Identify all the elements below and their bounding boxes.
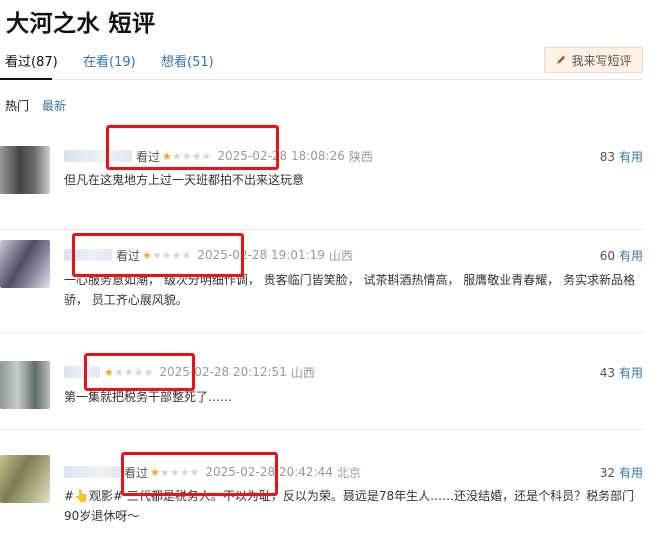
username[interactable] [64,366,100,378]
rating-stars: ★ ★ ★ ★ ★ [142,250,191,261]
tab-watching[interactable]: 在看(19) [83,51,136,70]
active-tab-underline [0,78,52,80]
star-empty-icon: ★ [143,365,154,379]
star-empty-icon: ★ [169,465,180,479]
comment-location: 陕西 [348,149,373,164]
vote-count: 43 [599,366,615,380]
star-filled-icon: ★ [104,365,114,379]
star-empty-icon: ★ [151,248,162,262]
sort-new[interactable]: 最新 [42,97,66,114]
comment-location: 北京 [336,465,361,480]
avatar[interactable] [0,240,50,288]
avatar[interactable] [0,361,50,409]
comment-text: 一心服务意如潮， 级次分明细作调， 贵客临门皆笑脸， 试茶斟酒热情高， 服膺敬业… [64,273,636,307]
sort-hot[interactable]: 热门 [5,97,29,114]
star-filled-icon: ★ [150,465,160,479]
star-empty-icon: ★ [133,365,144,379]
comment-text: 第一集就把税务干部整死了…… [64,390,233,404]
comment-text: 但凡在这鬼地方上过一天班都拍不出来这玩意 [64,173,305,187]
comment-time: 2025-02-28 18:08:26 [217,149,345,163]
username[interactable] [64,150,132,162]
star-empty-icon: ★ [159,465,170,479]
star-empty-icon: ★ [171,149,182,163]
vote-area: 60 有用 [600,247,643,264]
username[interactable] [64,249,112,261]
rating-stars: ★ ★ ★ ★ ★ [162,151,211,162]
write-review-label: 我来写短评 [571,53,632,68]
vote-area: 83 有用 [600,148,643,165]
useful-button[interactable]: 有用 [619,249,643,263]
vote-count: 60 [599,249,615,263]
comment-text: #👆观影# 三代都是税务人。不以为耻，反以为荣。聂远是78年生人……还没结婚，还… [64,489,635,523]
pencil-icon [557,55,566,64]
avatar[interactable] [0,146,50,194]
vote-count: 32 [599,466,615,480]
comment-item: 看过 ★ ★ ★ ★ ★ 2025-02-28 20:42:44 北京 32 有用 #👆观… [0,430,643,547]
star-filled-icon: ★ [162,149,172,163]
star-empty-icon: ★ [191,149,202,163]
star-empty-icon: ★ [181,248,192,262]
star-empty-icon: ★ [189,465,200,479]
useful-button[interactable]: 有用 [619,466,643,480]
watch-status: 看过 [116,248,141,263]
tab-want-to-watch[interactable]: 想看(51) [161,51,214,70]
star-empty-icon: ★ [123,365,134,379]
star-empty-icon: ★ [161,248,172,262]
star-empty-icon: ★ [113,365,124,379]
rating-stars: ★ ★ ★ ★ ★ [104,367,153,378]
star-filled-icon: ★ [142,248,152,262]
star-empty-icon: ★ [179,465,190,479]
username[interactable] [64,466,120,478]
comment-meta: 看过 ★ ★ ★ ★ ★ 2025-02-28 20:42:44 北京 [64,462,361,482]
watch-status: 看过 [124,465,149,480]
useful-button[interactable]: 有用 [619,150,643,164]
comment-item: ★ ★ ★ ★ ★ 2025-02-28 20:12:51 山西 43 有用 第一集就把税… [0,333,643,430]
page-title: 大河之水 短评 [6,11,156,37]
vote-area: 32 有用 [600,464,643,481]
comment-meta: 看过 ★ ★ ★ ★ ★ 2025-02-28 18:08:26 陕西 [64,146,373,166]
comment-time: 2025-02-28 20:12:51 [159,365,287,379]
star-empty-icon: ★ [181,149,192,163]
comment-meta: ★ ★ ★ ★ ★ 2025-02-28 20:12:51 山西 [64,362,315,382]
comment-item: 看过 ★ ★ ★ ★ ★ 2025-02-28 18:08:26 陕西 83 有用 但凡在… [0,128,643,230]
tab-watched[interactable]: 看过(87) [5,51,58,70]
star-empty-icon: ★ [201,149,212,163]
vote-area: 43 有用 [600,364,643,381]
star-empty-icon: ★ [171,248,182,262]
comment-location: 山西 [290,365,315,380]
useful-button[interactable]: 有用 [619,366,643,380]
avatar[interactable] [0,455,50,503]
comment-time: 2025-02-28 20:42:44 [205,465,333,479]
rating-stars: ★ ★ ★ ★ ★ [150,467,199,478]
watch-status: 看过 [136,149,161,164]
comment-item: 看过 ★ ★ ★ ★ ★ 2025-02-28 19:01:19 山西 60 有用 一心服… [0,230,643,333]
vote-count: 83 [599,150,615,164]
write-review-button[interactable]: 我来写短评 [544,47,643,73]
comment-meta: 看过 ★ ★ ★ ★ ★ 2025-02-28 19:01:19 山西 [64,245,353,265]
comment-location: 山西 [328,248,353,263]
comment-time: 2025-02-28 19:01:19 [197,248,325,262]
